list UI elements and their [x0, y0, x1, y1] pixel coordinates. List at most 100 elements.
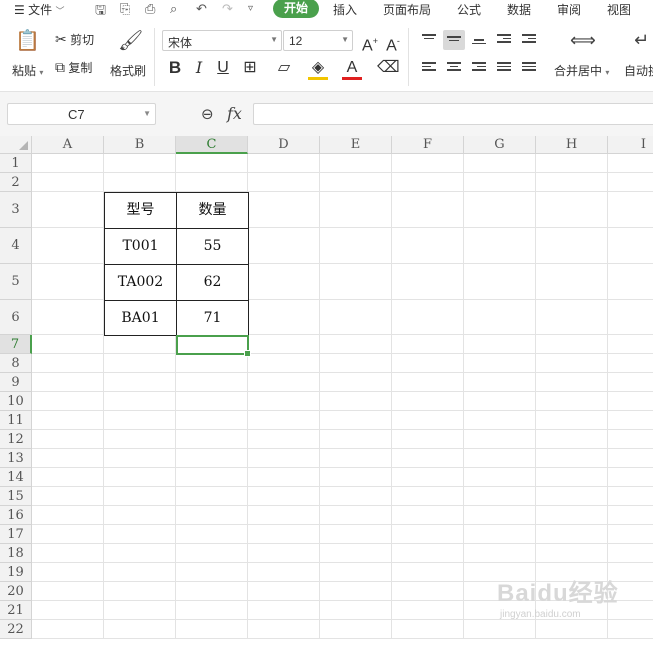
- grid-cell[interactable]: [608, 354, 653, 373]
- grid-cell[interactable]: [608, 525, 653, 544]
- grid-cell[interactable]: [608, 620, 653, 639]
- grid-cell[interactable]: [608, 335, 653, 354]
- grid-cell[interactable]: [392, 582, 464, 601]
- row-header-14[interactable]: 14: [0, 468, 32, 487]
- grid-cell[interactable]: [536, 620, 608, 639]
- grid-cell[interactable]: [104, 373, 176, 392]
- redo-icon[interactable]: ↷: [222, 1, 233, 17]
- grid-cell[interactable]: [104, 392, 176, 411]
- grid-cell[interactable]: [32, 300, 104, 335]
- grid-cell[interactable]: [248, 487, 320, 506]
- cut-button[interactable]: ✂ 剪切: [55, 31, 94, 48]
- grid-cell[interactable]: [104, 335, 176, 354]
- grid-cell[interactable]: [104, 506, 176, 525]
- grid-cell[interactable]: [176, 468, 248, 487]
- table-data-cell[interactable]: T001: [104, 228, 177, 265]
- grid-cell[interactable]: [320, 563, 392, 582]
- grid-cell[interactable]: [32, 192, 104, 228]
- grid-cell[interactable]: [608, 392, 653, 411]
- row-header-1[interactable]: 1: [0, 154, 32, 173]
- grid-cell[interactable]: [32, 620, 104, 639]
- grid-cell[interactable]: [536, 525, 608, 544]
- grid-cell[interactable]: [464, 335, 536, 354]
- row-header-21[interactable]: 21: [0, 601, 32, 620]
- grid-cell[interactable]: [608, 228, 653, 264]
- grid-cell[interactable]: [536, 373, 608, 392]
- increase-font-size-icon[interactable]: A+: [360, 31, 380, 54]
- grid-cell[interactable]: [176, 620, 248, 639]
- font-color-icon[interactable]: A: [342, 58, 362, 80]
- grid-cell[interactable]: [32, 449, 104, 468]
- align-bottom-icon[interactable]: [468, 30, 490, 50]
- row-header-15[interactable]: 15: [0, 487, 32, 506]
- grid-cell[interactable]: [536, 264, 608, 300]
- grid-cell[interactable]: [104, 544, 176, 563]
- name-box[interactable]: C7 ▼: [7, 103, 156, 125]
- align-top-icon[interactable]: [418, 30, 440, 50]
- grid-cell[interactable]: [536, 192, 608, 228]
- column-header-g[interactable]: G: [464, 136, 536, 154]
- font-name-select[interactable]: 宋体 ▼: [162, 30, 282, 51]
- grid-cell[interactable]: [248, 506, 320, 525]
- grid-cell[interactable]: [320, 449, 392, 468]
- decrease-font-size-icon[interactable]: A-: [383, 31, 403, 54]
- grid-cell[interactable]: [536, 228, 608, 264]
- increase-indent-icon[interactable]: [518, 30, 540, 50]
- column-header-f[interactable]: F: [392, 136, 464, 154]
- grid-cell[interactable]: [536, 354, 608, 373]
- table-header-cell[interactable]: 型号: [104, 192, 177, 229]
- grid-cell[interactable]: [32, 544, 104, 563]
- grid-cell[interactable]: [32, 228, 104, 264]
- grid-cell[interactable]: [608, 300, 653, 335]
- select-all-corner[interactable]: [0, 136, 32, 154]
- grid-cell[interactable]: [464, 620, 536, 639]
- grid-cell[interactable]: [464, 373, 536, 392]
- grid-cell[interactable]: [248, 335, 320, 354]
- grid-cell[interactable]: [536, 154, 608, 173]
- grid-cell[interactable]: [32, 154, 104, 173]
- bold-icon[interactable]: B: [165, 58, 185, 78]
- grid-cell[interactable]: [248, 525, 320, 544]
- grid-cell[interactable]: [320, 192, 392, 228]
- grid-cell[interactable]: [392, 601, 464, 620]
- grid-cell[interactable]: [392, 392, 464, 411]
- grid-cell[interactable]: [464, 264, 536, 300]
- grid-cell[interactable]: [464, 154, 536, 173]
- grid-cell[interactable]: [464, 468, 536, 487]
- grid-cell[interactable]: [392, 411, 464, 430]
- grid-cell[interactable]: [32, 430, 104, 449]
- grid-cell[interactable]: [464, 228, 536, 264]
- grid-cell[interactable]: [104, 449, 176, 468]
- row-header-17[interactable]: 17: [0, 525, 32, 544]
- grid-cell[interactable]: [392, 430, 464, 449]
- grid-cell[interactable]: [392, 300, 464, 335]
- grid-cell[interactable]: [536, 173, 608, 192]
- font-size-select[interactable]: 12 ▼: [283, 30, 353, 51]
- justify-icon[interactable]: [493, 58, 515, 78]
- grid-cell[interactable]: [608, 449, 653, 468]
- grid-cell[interactable]: [248, 563, 320, 582]
- tab-home[interactable]: 开始: [273, 0, 319, 18]
- tab-insert[interactable]: 插入: [333, 1, 357, 18]
- table-header-cell[interactable]: 数量: [176, 192, 249, 229]
- grid-cell[interactable]: [536, 506, 608, 525]
- grid-cell[interactable]: [320, 154, 392, 173]
- grid-cell[interactable]: [104, 468, 176, 487]
- grid-cell[interactable]: [608, 411, 653, 430]
- row-header-19[interactable]: 19: [0, 563, 32, 582]
- align-right-icon[interactable]: [468, 58, 490, 78]
- grid-cell[interactable]: [248, 192, 320, 228]
- row-header-11[interactable]: 11: [0, 411, 32, 430]
- grid-cell[interactable]: [464, 544, 536, 563]
- grid-cell[interactable]: [176, 601, 248, 620]
- grid-cell[interactable]: [464, 173, 536, 192]
- grid-cell[interactable]: [176, 582, 248, 601]
- grid-cell[interactable]: [176, 525, 248, 544]
- grid-cell[interactable]: [536, 411, 608, 430]
- grid-cell[interactable]: [392, 192, 464, 228]
- align-middle-icon[interactable]: [443, 30, 465, 50]
- align-center-icon[interactable]: [443, 58, 465, 78]
- grid-cell[interactable]: [248, 582, 320, 601]
- border-icon[interactable]: ⊞: [240, 58, 260, 78]
- row-header-18[interactable]: 18: [0, 544, 32, 563]
